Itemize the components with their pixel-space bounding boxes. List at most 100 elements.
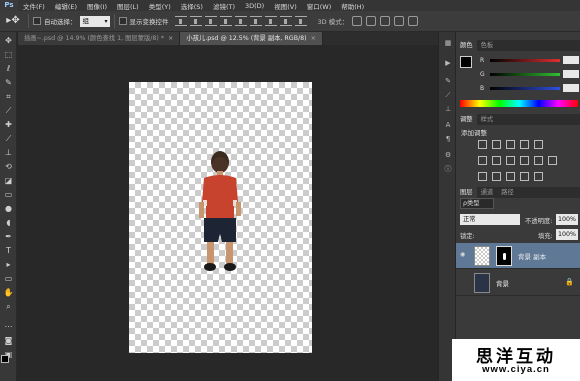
- auto-select-dropdown[interactable]: 组: [79, 15, 110, 27]
- shape-tool-icon[interactable]: ▭: [2, 274, 15, 284]
- auto-select-checkbox[interactable]: [33, 17, 41, 25]
- type-tool-icon[interactable]: T: [2, 246, 15, 256]
- dodge-tool-icon[interactable]: ◖: [2, 218, 15, 228]
- eraser-tool-icon[interactable]: ◪: [2, 176, 15, 186]
- layer-mask-thumbnail[interactable]: [496, 246, 512, 266]
- align-vcenter-icon[interactable]: [189, 16, 202, 26]
- eye-off-icon[interactable]: [460, 279, 468, 285]
- exposure-icon[interactable]: [520, 140, 529, 149]
- menu-view[interactable]: 视图(V): [269, 1, 302, 11]
- history-brush-tool-icon[interactable]: ⟲: [2, 162, 15, 172]
- layer-row-background-copy[interactable]: ◉ 背景 副本: [456, 243, 580, 269]
- close-icon[interactable]: ×: [311, 35, 316, 42]
- menu-type[interactable]: 类型(Y): [144, 1, 176, 11]
- 3d-scale-icon[interactable]: [408, 16, 419, 26]
- eye-icon[interactable]: ◉: [460, 252, 468, 258]
- history-icon[interactable]: ▦: [442, 38, 454, 48]
- actions-icon[interactable]: ▶: [442, 58, 454, 68]
- menu-select[interactable]: 选择(S): [176, 1, 208, 11]
- menu-filter[interactable]: 滤镜(T): [208, 1, 240, 11]
- invert-icon[interactable]: [478, 172, 487, 181]
- menu-image[interactable]: 图像(I): [82, 1, 112, 11]
- menu-layer[interactable]: 图层(L): [112, 1, 144, 11]
- tab-swatches[interactable]: 色板: [477, 40, 498, 51]
- character-icon[interactable]: A: [442, 120, 454, 130]
- brush-presets-icon[interactable]: ✎: [442, 76, 454, 86]
- distribute-top-icon[interactable]: [264, 16, 277, 26]
- close-icon[interactable]: ×: [168, 35, 173, 42]
- properties-icon[interactable]: ⚙: [442, 150, 454, 160]
- blend-mode-dropdown[interactable]: 正常: [460, 214, 520, 225]
- 3d-rotate-icon[interactable]: [352, 16, 363, 26]
- green-slider[interactable]: [490, 72, 560, 76]
- brush-icon[interactable]: ⟋: [442, 90, 454, 100]
- 3d-drag-icon[interactable]: [380, 16, 391, 26]
- gradient-tool-icon[interactable]: ▭: [2, 190, 15, 200]
- blur-tool-icon[interactable]: ●: [2, 204, 15, 214]
- brightness-icon[interactable]: [478, 140, 487, 149]
- tab-adjustments[interactable]: 调整: [456, 114, 477, 125]
- color-balance-icon[interactable]: [492, 156, 501, 165]
- paragraph-icon[interactable]: ¶: [442, 134, 454, 144]
- selective-color-icon[interactable]: [534, 172, 543, 181]
- menu-window[interactable]: 窗口(W): [302, 1, 337, 11]
- tab-channels[interactable]: 通道: [477, 187, 498, 198]
- fill-field[interactable]: 100%: [556, 229, 578, 240]
- healing-brush-tool-icon[interactable]: ✚: [2, 120, 15, 130]
- lasso-tool-icon[interactable]: ℓ: [2, 64, 15, 74]
- menu-file[interactable]: 文件(F): [18, 1, 50, 11]
- align-hcenter-icon[interactable]: [234, 16, 247, 26]
- move-tool-icon[interactable]: ✥: [2, 36, 15, 46]
- pen-tool-icon[interactable]: ✒: [2, 232, 15, 242]
- green-value-field[interactable]: [563, 70, 579, 78]
- red-slider[interactable]: [490, 58, 560, 62]
- align-left-icon[interactable]: [219, 16, 232, 26]
- curves-icon[interactable]: [506, 140, 515, 149]
- threshold-icon[interactable]: [506, 172, 515, 181]
- tab-color[interactable]: 颜色: [456, 40, 477, 51]
- align-right-icon[interactable]: [249, 16, 262, 26]
- clone-stamp-tool-icon[interactable]: ⊥: [2, 148, 15, 158]
- show-transform-checkbox[interactable]: [118, 17, 127, 25]
- vibrance-icon[interactable]: [534, 140, 543, 149]
- brush-tool-icon[interactable]: ⟋: [2, 134, 15, 144]
- photo-filter-icon[interactable]: [520, 156, 529, 165]
- red-value-field[interactable]: [563, 56, 579, 64]
- channel-mixer-icon[interactable]: [534, 156, 543, 165]
- menu-help[interactable]: 帮助(H): [336, 1, 369, 11]
- align-top-icon[interactable]: [174, 16, 187, 26]
- distribute-vcenter-icon[interactable]: [279, 16, 292, 26]
- 3d-slide-icon[interactable]: [394, 16, 405, 26]
- menu-edit[interactable]: 编辑(E): [50, 1, 82, 11]
- hand-tool-icon[interactable]: ✋: [2, 288, 15, 298]
- more-tools-icon[interactable]: …: [2, 320, 15, 330]
- gradient-map-icon[interactable]: [520, 172, 529, 181]
- blue-value-field[interactable]: [563, 84, 579, 92]
- tab-child-image[interactable]: 小孩儿.psd @ 12.5% (背景 副本, RGB/8) ×: [180, 32, 323, 45]
- tab-paths[interactable]: 路径: [497, 187, 518, 198]
- color-lookup-icon[interactable]: [548, 156, 557, 165]
- hue-saturation-icon[interactable]: [478, 156, 487, 165]
- foreground-color-swatch[interactable]: [460, 56, 472, 68]
- crop-tool-icon[interactable]: ⌗: [2, 92, 15, 102]
- black-white-icon[interactable]: [506, 156, 515, 165]
- 3d-roll-icon[interactable]: [366, 16, 377, 26]
- color-spectrum[interactable]: [460, 100, 578, 107]
- quick-select-tool-icon[interactable]: ✎: [2, 78, 15, 88]
- zoom-tool-icon[interactable]: ⌕: [2, 302, 15, 312]
- info-icon[interactable]: ⓘ: [442, 164, 454, 174]
- align-bottom-icon[interactable]: [204, 16, 217, 26]
- blue-slider[interactable]: [490, 86, 560, 90]
- eyedropper-tool-icon[interactable]: ⟋: [2, 106, 15, 116]
- clone-source-icon[interactable]: ⊥: [442, 104, 454, 114]
- marquee-tool-icon[interactable]: ⬚: [2, 50, 15, 60]
- foreground-color-swatch[interactable]: [1, 355, 9, 363]
- levels-icon[interactable]: [492, 140, 501, 149]
- tab-styles[interactable]: 样式: [477, 114, 498, 125]
- move-tool-icon[interactable]: ▸✥: [2, 13, 24, 29]
- path-select-tool-icon[interactable]: ▸: [2, 260, 15, 270]
- tab-illustration[interactable]: 插画~.psd @ 14.9% (颜色查找 1, 图层蒙版/8) * ×: [18, 32, 181, 45]
- opacity-field[interactable]: 100%: [556, 214, 578, 225]
- distribute-bottom-icon[interactable]: [294, 16, 307, 26]
- posterize-icon[interactable]: [492, 172, 501, 181]
